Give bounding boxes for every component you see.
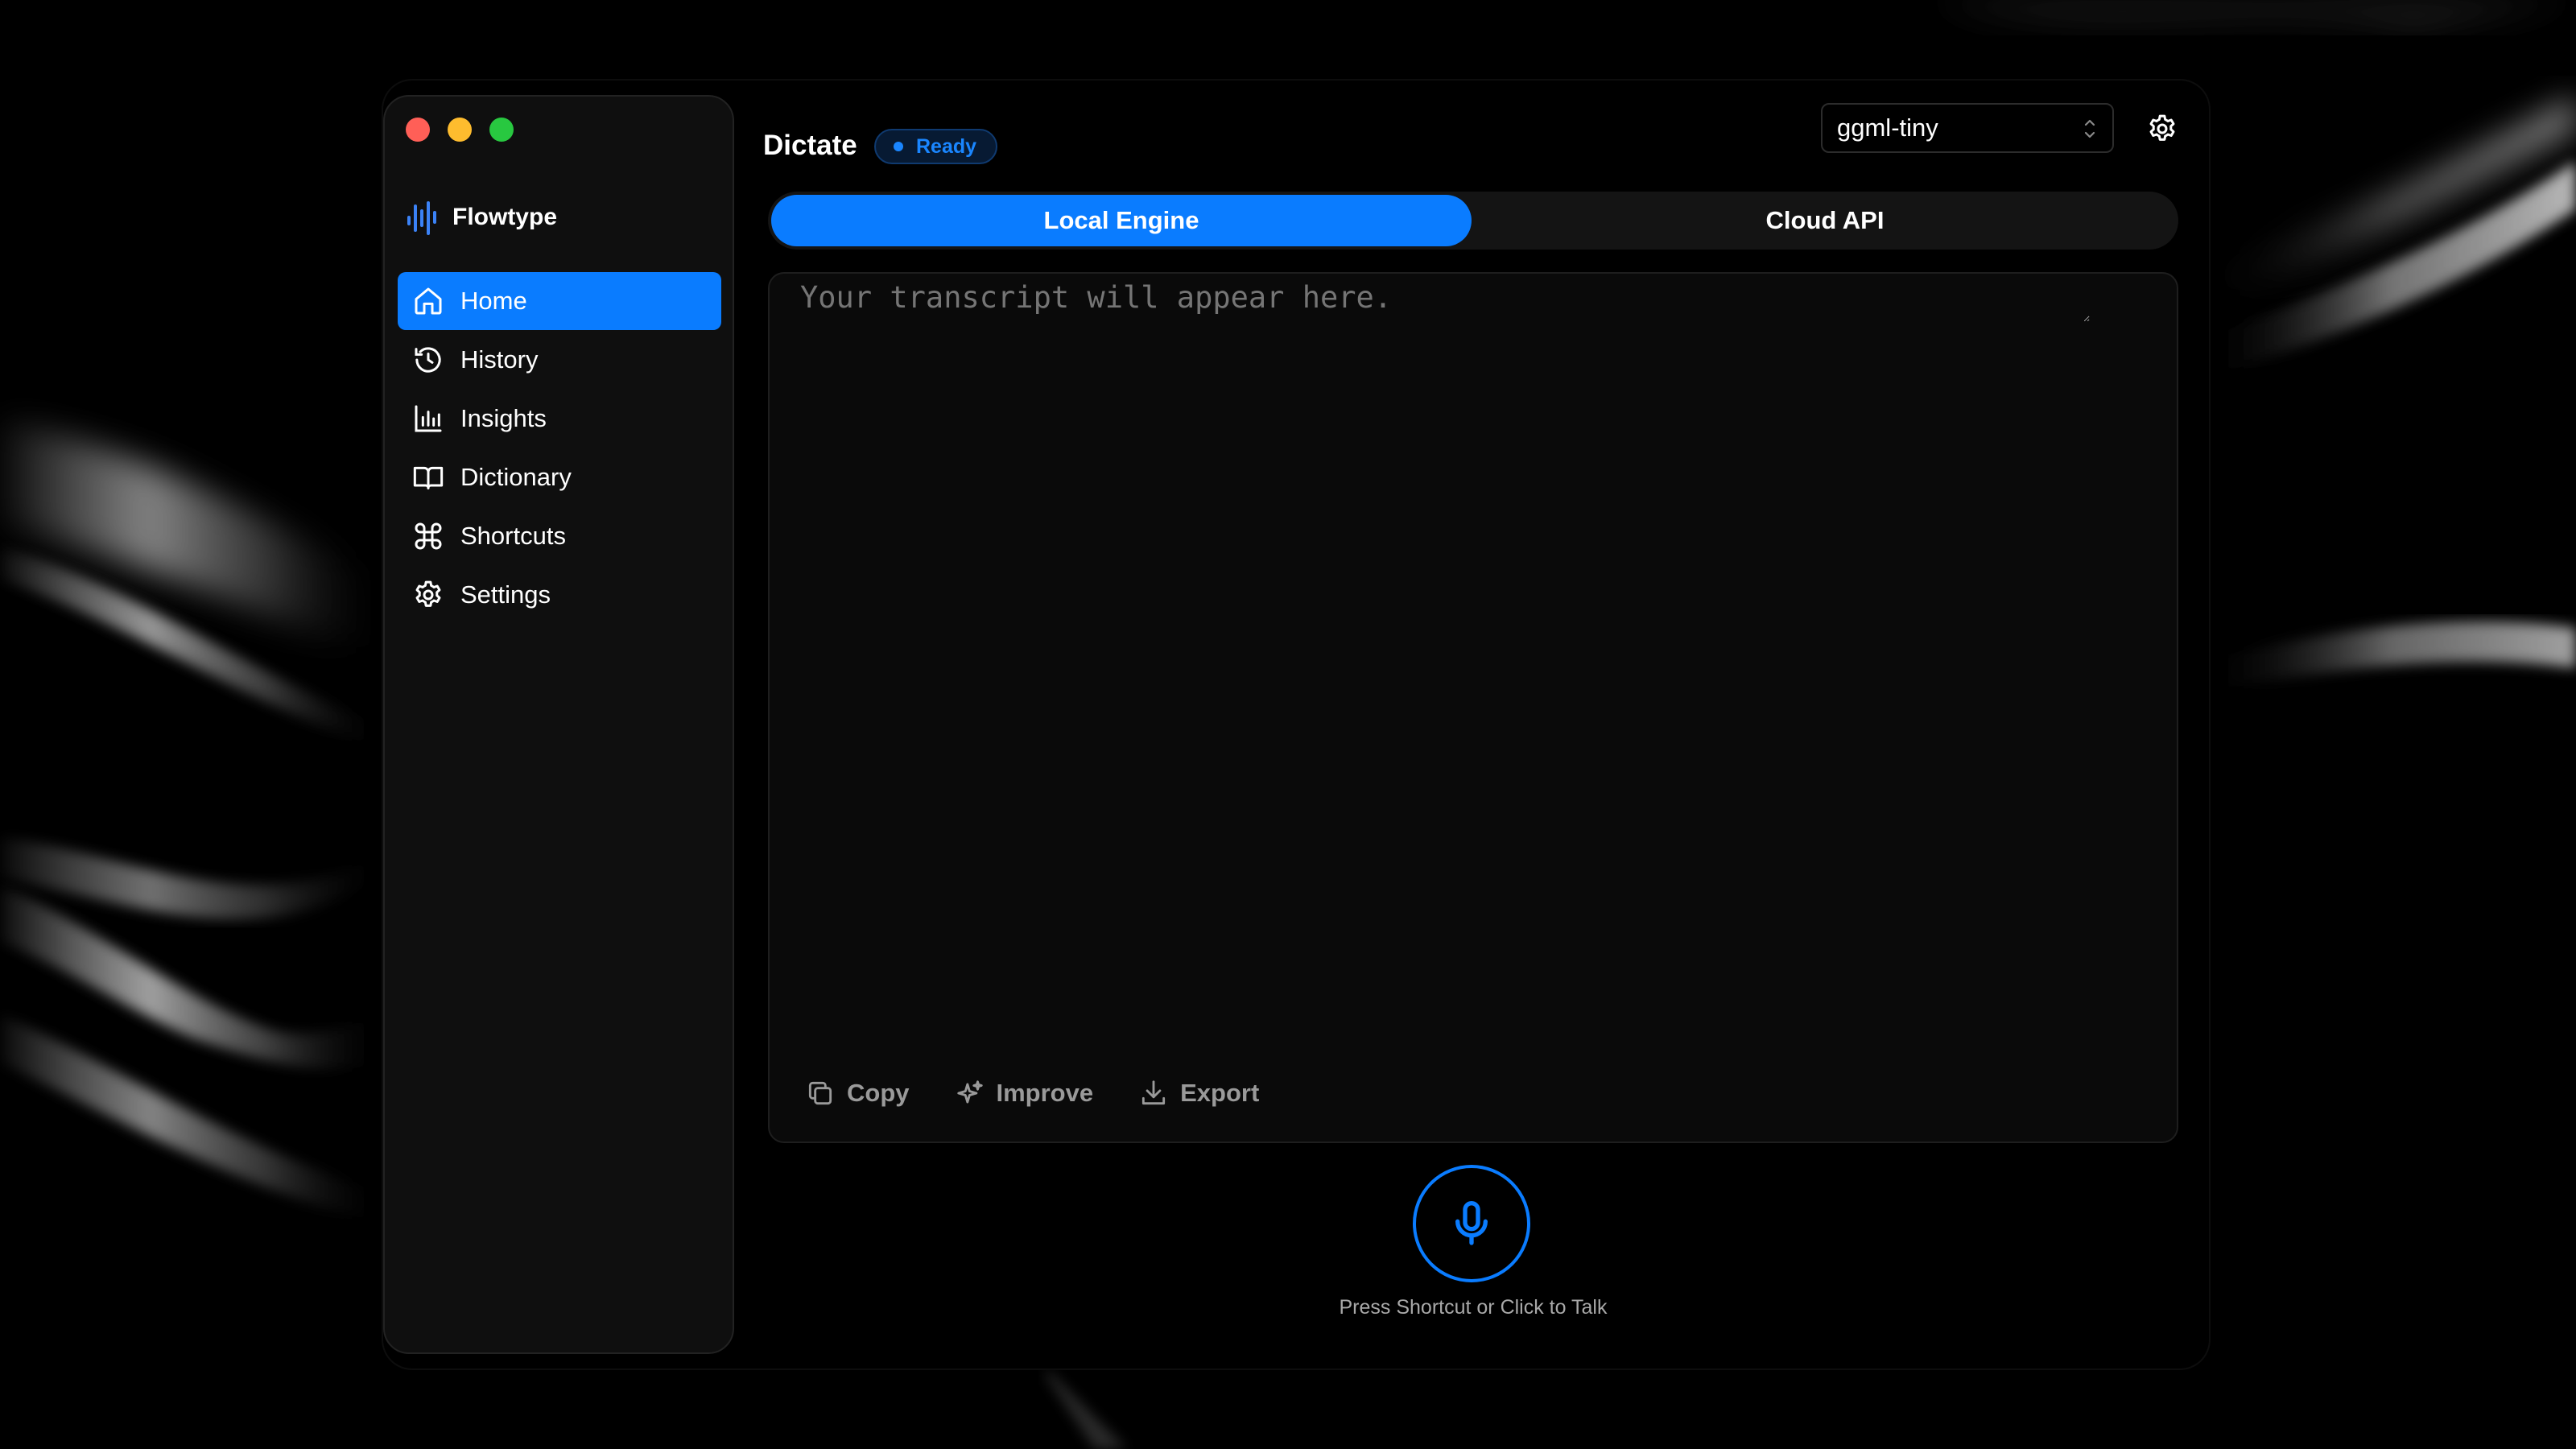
sidebar-item-label: Settings — [460, 580, 551, 609]
status-dot — [894, 142, 903, 151]
sidebar: Flowtype Home History Insights Dictionar… — [383, 95, 734, 1354]
sidebar-item-home[interactable]: Home — [398, 272, 721, 330]
download-icon — [1142, 1080, 1166, 1105]
copy-button[interactable]: Copy — [805, 1078, 910, 1108]
sidebar-item-history[interactable]: History — [398, 331, 721, 389]
microphone-icon — [1455, 1201, 1488, 1245]
gear-icon — [2149, 114, 2175, 141]
engine-segmented-control: Local Engine Cloud API — [768, 192, 2178, 250]
waveform-icon — [407, 201, 436, 235]
book-icon — [413, 466, 444, 489]
sidebar-item-label: Insights — [460, 404, 547, 432]
sparkles-icon — [956, 1080, 983, 1104]
close-window-button[interactable] — [406, 118, 430, 142]
copy-label: Copy — [847, 1079, 910, 1107]
transcript-actions: Copy Improve Export — [805, 1074, 1304, 1113]
bar-chart-icon — [415, 405, 442, 432]
sidebar-item-settings[interactable]: Settings — [398, 566, 721, 624]
record-hint: Press Shortcut or Click to Talk — [1339, 1296, 1608, 1319]
model-select[interactable]: ggml-tiny — [1821, 103, 2114, 153]
transcript-textarea[interactable] — [799, 274, 2090, 322]
gear-icon — [415, 580, 441, 607]
sidebar-item-label: Shortcuts — [460, 522, 566, 550]
export-label: Export — [1180, 1079, 1260, 1107]
model-select-value: ggml-tiny — [1837, 114, 1938, 142]
minimize-window-button[interactable] — [448, 118, 472, 142]
sidebar-nav: Home History Insights Dictionary Shortcu… — [398, 272, 721, 625]
status-text: Ready — [916, 134, 977, 158]
record-button[interactable] — [1413, 1165, 1530, 1282]
chevron-up-down-icon — [2084, 119, 2095, 138]
sidebar-item-label: Dictionary — [460, 463, 572, 491]
sidebar-item-label: Home — [460, 287, 527, 315]
settings-button[interactable] — [2145, 111, 2180, 147]
tab-cloud-api[interactable]: Cloud API — [1475, 195, 2175, 246]
status-badge: Ready — [874, 129, 998, 164]
improve-label: Improve — [996, 1079, 1094, 1107]
zoom-window-button[interactable] — [489, 118, 514, 142]
sidebar-item-insights[interactable]: Insights — [398, 390, 721, 448]
desktop-background: Flowtype Home History Insights Dictionar… — [0, 0, 2576, 1449]
export-button[interactable]: Export — [1138, 1078, 1259, 1108]
page-title: Dictate — [763, 130, 857, 161]
history-icon — [415, 347, 441, 373]
brand-name: Flowtype — [452, 204, 558, 230]
command-icon — [415, 522, 442, 550]
improve-button[interactable]: Improve — [955, 1078, 1094, 1108]
home-icon — [415, 287, 442, 315]
sidebar-item-dictionary[interactable]: Dictionary — [398, 448, 721, 506]
sidebar-item-shortcuts[interactable]: Shortcuts — [398, 507, 721, 565]
transcript-panel: Copy Improve Export — [768, 272, 2178, 1143]
tab-local-engine[interactable]: Local Engine — [771, 195, 1472, 246]
copy-icon — [808, 1081, 832, 1105]
sidebar-item-label: History — [460, 345, 539, 374]
brand: Flowtype — [406, 196, 557, 238]
